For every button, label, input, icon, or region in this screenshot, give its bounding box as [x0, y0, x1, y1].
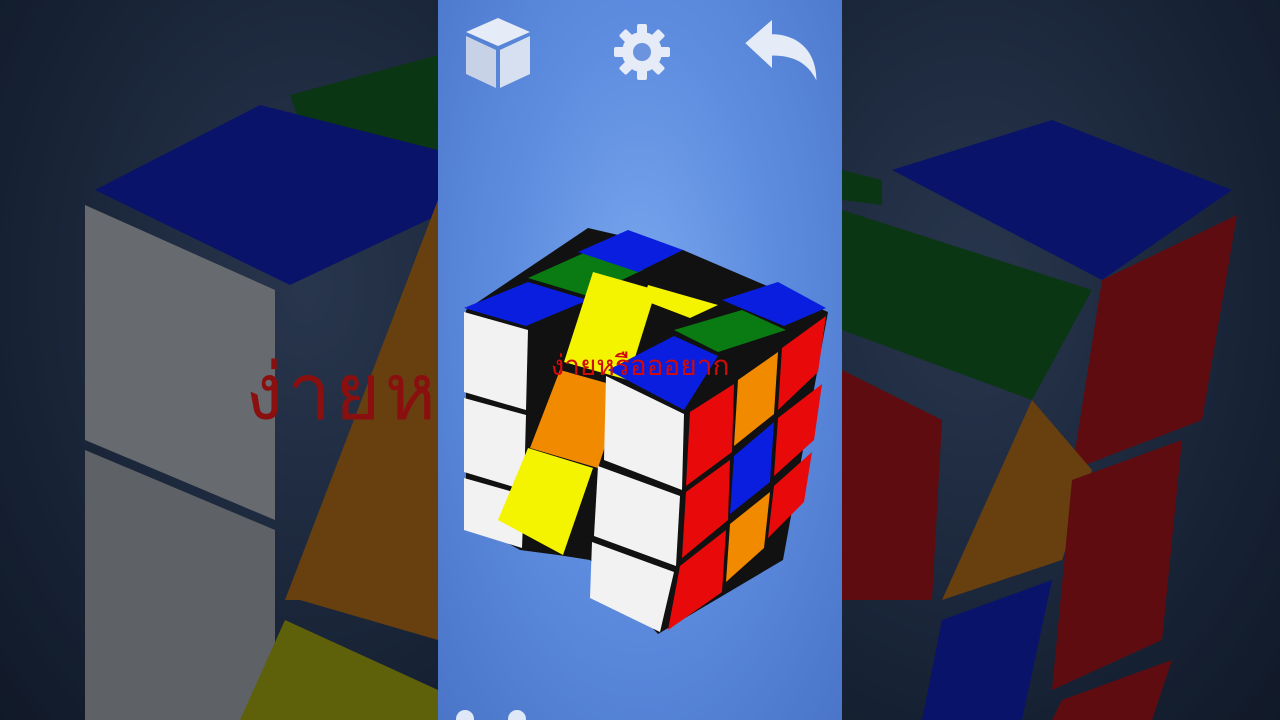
page-dot — [508, 710, 526, 720]
page-indicator — [456, 710, 560, 720]
background-right-panel: ง่ายหรือออยาก — [842, 0, 1280, 720]
undo-button[interactable] — [740, 12, 820, 92]
gear-icon — [614, 24, 670, 80]
settings-button[interactable] — [602, 12, 682, 92]
background-dim-overlay — [842, 0, 1280, 720]
cube-view-button[interactable] — [458, 12, 538, 92]
game-screen: ง่ายหรือออยาก — [438, 0, 842, 720]
background-caption-left: ง่ายหรือออยาก — [245, 348, 438, 438]
overlay-caption: ง่ายหรือออยาก — [550, 349, 730, 382]
page-dot — [456, 710, 474, 720]
undo-arrow-icon — [745, 20, 817, 81]
background-left-panel: ง่ายหรือออยาก — [0, 0, 438, 720]
cube-icon — [466, 18, 530, 88]
